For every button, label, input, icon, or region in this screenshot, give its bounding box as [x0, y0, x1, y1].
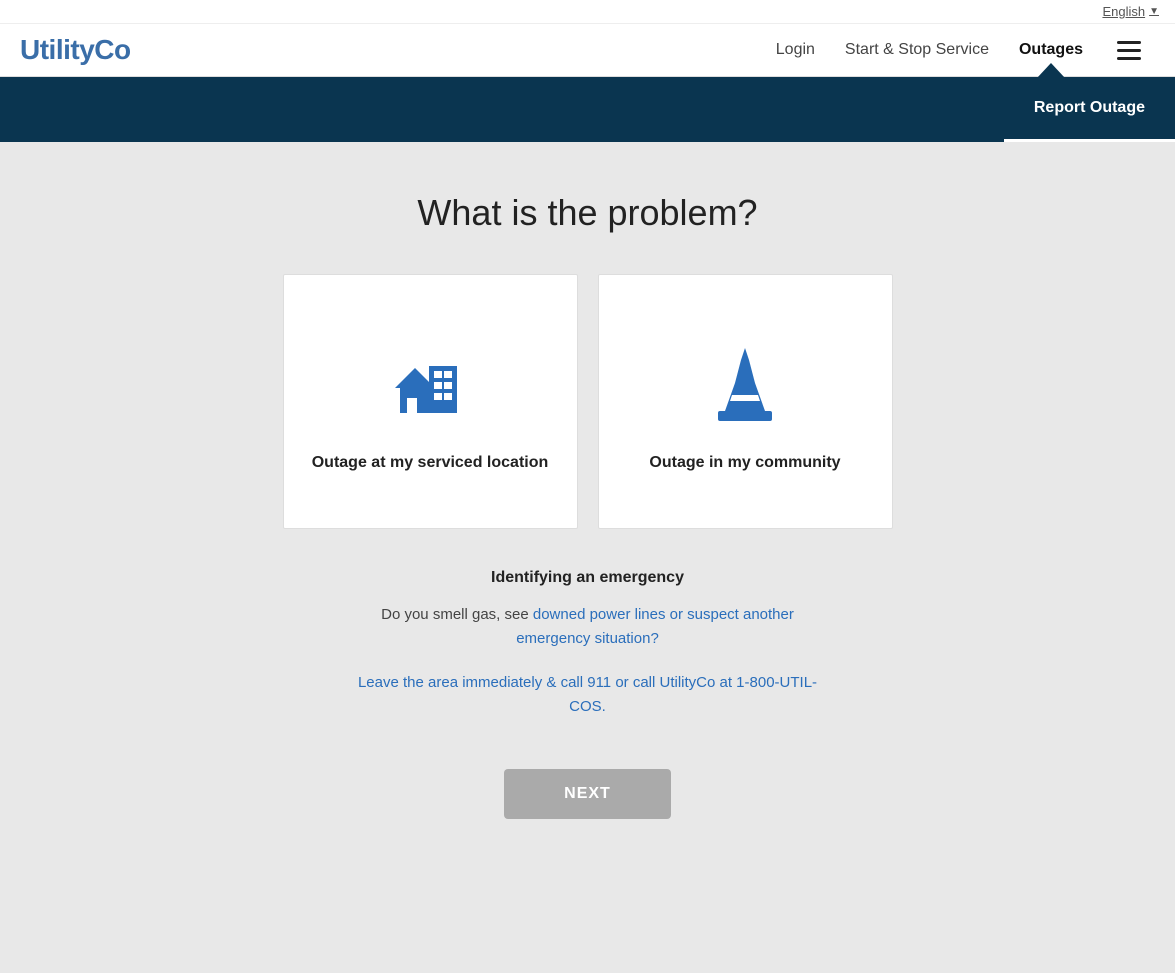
- nav-start-stop[interactable]: Start & Stop Service: [845, 41, 989, 59]
- main-nav: Login Start & Stop Service Outages: [776, 37, 1145, 64]
- card-serviced-location[interactable]: Outage at my serviced location: [283, 274, 578, 529]
- language-selector[interactable]: English ▼: [1102, 4, 1159, 19]
- hamburger-menu[interactable]: [1113, 37, 1145, 64]
- emergency-text-before: Do you smell gas, see: [381, 606, 533, 623]
- option-cards: Outage at my serviced location: [283, 274, 893, 529]
- hamburger-line-1: [1117, 41, 1141, 44]
- emergency-section: Identifying an emergency Do you smell ga…: [348, 569, 828, 719]
- cone-icon: [700, 328, 790, 428]
- emergency-text: Do you smell gas, see downed power lines…: [348, 603, 828, 651]
- house-building-icon: [385, 328, 475, 428]
- card-community[interactable]: Outage in my community: [598, 274, 893, 529]
- language-label: English: [1102, 4, 1145, 19]
- hamburger-line-2: [1117, 49, 1141, 52]
- emergency-link[interactable]: downed power lines or suspect another em…: [516, 606, 794, 647]
- dropdown-arrow: [1037, 63, 1065, 78]
- nav-login[interactable]: Login: [776, 41, 815, 59]
- card-serviced-location-label: Outage at my serviced location: [312, 452, 549, 474]
- hamburger-line-3: [1117, 57, 1141, 60]
- card-community-label: Outage in my community: [649, 452, 840, 474]
- language-bar: English ▼: [0, 0, 1175, 24]
- emergency-call-text: Leave the area immediately & call 911 or…: [348, 671, 828, 719]
- language-arrow: ▼: [1149, 6, 1159, 17]
- site-header: UtilityCo Login Start & Stop Service Out…: [0, 24, 1175, 77]
- site-logo[interactable]: UtilityCo: [20, 34, 131, 66]
- emergency-title: Identifying an emergency: [348, 569, 828, 587]
- report-outage-link[interactable]: Report Outage: [1004, 77, 1175, 142]
- nav-outages[interactable]: Outages: [1019, 41, 1083, 59]
- page-title: What is the problem?: [417, 192, 757, 234]
- dropdown-menu-bar: Report Outage: [0, 77, 1175, 142]
- next-button[interactable]: NEXT: [504, 769, 671, 819]
- main-content: What is the problem?: [0, 142, 1175, 859]
